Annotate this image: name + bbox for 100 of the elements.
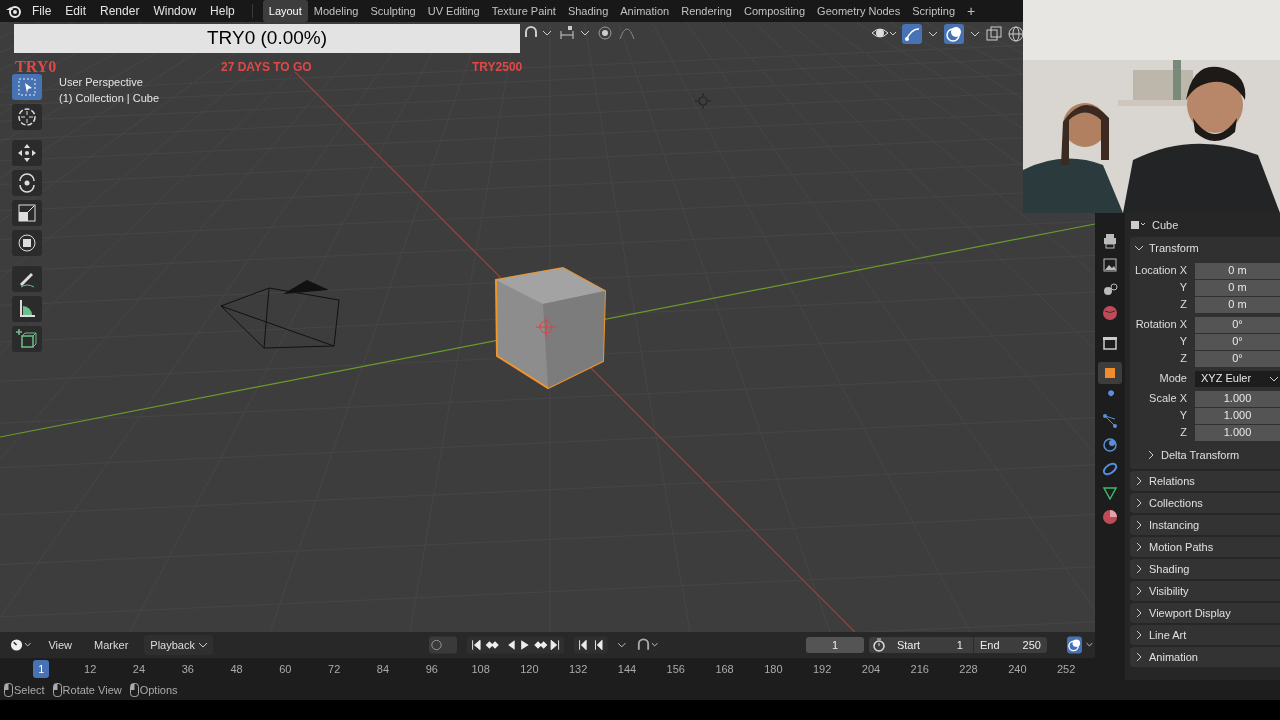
mouse-icon — [52, 683, 62, 697]
number-field[interactable]: 0 m — [1195, 262, 1280, 279]
tool-button[interactable] — [12, 170, 42, 196]
workspace-tab[interactable]: Sculpting — [364, 0, 422, 23]
collapsed-panel[interactable]: Animation — [1130, 647, 1280, 667]
tool-button[interactable] — [12, 326, 42, 352]
snap-increment-icon[interactable] — [559, 25, 591, 41]
transform-icon — [15, 231, 39, 255]
proportional-edit-icon[interactable] — [597, 25, 613, 41]
workspace-tab[interactable]: UV Editing — [421, 0, 486, 23]
menu-item[interactable]: Render — [93, 2, 147, 20]
end-frame-field[interactable]: End 250 — [972, 636, 1047, 654]
workspace-tab[interactable]: Layout — [262, 0, 308, 23]
wireframe-sphere-icon[interactable] — [1008, 26, 1024, 42]
orbit-icon — [1101, 436, 1119, 454]
number-field[interactable]: 0° — [1195, 316, 1280, 333]
field-label: Z — [1179, 297, 1188, 313]
jump-keyframe-icon[interactable] — [574, 636, 609, 654]
menu-item[interactable]: Window — [146, 2, 204, 20]
collapsed-panel[interactable]: Visibility — [1130, 581, 1280, 601]
triangle-mesh-icon — [1101, 484, 1119, 502]
gizmo-icon[interactable] — [902, 24, 922, 44]
dropdown-caret-icon[interactable] — [618, 642, 626, 648]
chevron-icon — [1134, 652, 1144, 662]
menu-item[interactable]: Help — [203, 2, 242, 20]
number-field[interactable]: 0° — [1195, 333, 1280, 350]
stopwatch-icon[interactable] — [870, 638, 887, 652]
frame-number: 240 — [1008, 661, 1027, 677]
number-field[interactable]: 1.000 — [1195, 424, 1280, 441]
chevron-icon[interactable] — [1134, 243, 1144, 253]
collapsed-panel[interactable]: Viewport Display — [1130, 603, 1280, 623]
menu-item[interactable]: View — [42, 634, 79, 656]
menu-item[interactable]: Edit — [58, 2, 94, 20]
collapsed-panel[interactable]: Line Art — [1130, 625, 1280, 645]
select-box-icon — [15, 75, 39, 99]
xray-icon[interactable] — [986, 26, 1002, 42]
number-field[interactable]: 1.000 — [1195, 390, 1280, 407]
workspace-tab[interactable]: Geometry Nodes — [811, 0, 907, 23]
field-label: Z — [1179, 351, 1188, 367]
chevron-icon[interactable] — [1146, 450, 1156, 460]
tool-button[interactable] — [12, 140, 42, 166]
menu-item[interactable]: File — [25, 2, 59, 20]
start-frame-field[interactable]: Start 1 — [890, 636, 969, 654]
frame-number: 144 — [617, 661, 637, 677]
collapsed-panel[interactable]: Motion Paths — [1130, 537, 1280, 557]
workspace-tab[interactable]: Animation — [614, 0, 676, 23]
frame-field[interactable]: 1 — [806, 637, 864, 653]
panel-title[interactable]: Transform — [1149, 239, 1199, 257]
menu-item[interactable]: Marker — [88, 634, 135, 656]
collapsed-panel[interactable]: Instancing — [1130, 515, 1280, 535]
frame-number: 228 — [959, 661, 978, 677]
frame-number: 132 — [569, 661, 588, 677]
field-label: Scale X — [1148, 391, 1188, 407]
chevron-icon — [1134, 476, 1144, 486]
frame-number: 156 — [666, 661, 685, 677]
workspace-tab[interactable]: Shading — [561, 0, 615, 23]
dropdown-caret-icon[interactable] — [970, 30, 980, 38]
collapsed-panel[interactable]: Relations — [1130, 471, 1280, 491]
printer-icon — [1101, 232, 1119, 250]
countdown-label: 27 DAYS TO GO — [221, 59, 312, 76]
frame-number[interactable]: 1 — [33, 660, 50, 678]
dropdown-caret-icon — [1270, 375, 1278, 382]
frame-number: 120 — [520, 661, 539, 677]
field-label: Location X — [1134, 263, 1188, 279]
tool-button[interactable] — [12, 266, 42, 292]
overlays-icon[interactable] — [1066, 636, 1095, 654]
keyframe-record-icon[interactable] — [429, 636, 458, 654]
workspace-tab[interactable]: Compositing — [737, 0, 812, 23]
playback-controls-icon[interactable] — [467, 636, 565, 654]
dropdown-caret-icon[interactable] — [928, 30, 938, 38]
frame-number: 72 — [328, 661, 341, 677]
number-field[interactable]: 1.000 — [1195, 407, 1280, 424]
workspace-tab[interactable]: Rendering — [675, 0, 738, 23]
status-hint: Rotate View — [62, 682, 122, 698]
cursor-icon — [15, 105, 39, 129]
add-workspace-button[interactable]: + — [967, 0, 976, 22]
playback-dropdown[interactable]: Playback — [144, 634, 213, 656]
frame-number: 84 — [376, 661, 390, 677]
workspace-tab[interactable]: Texture Paint — [485, 0, 562, 23]
object-name: Cube — [1152, 217, 1179, 233]
collapsed-panel[interactable]: Collections — [1130, 493, 1280, 513]
chevron-icon — [1134, 564, 1144, 574]
clock-editor-icon[interactable] — [10, 638, 33, 652]
overlays-icon[interactable] — [944, 24, 964, 44]
field-label: Y — [1178, 280, 1188, 296]
number-field[interactable]: 0° — [1195, 350, 1280, 367]
workspace-tab[interactable]: Modeling — [307, 0, 365, 23]
subpanel-title[interactable]: Delta Transform — [1161, 446, 1240, 464]
tool-button[interactable] — [12, 296, 42, 322]
workspace-tab[interactable]: Scripting — [906, 0, 962, 23]
tool-button[interactable] — [12, 104, 42, 130]
properties-tab[interactable] — [1098, 362, 1122, 384]
object-type-icon[interactable] — [1130, 219, 1146, 231]
number-field[interactable]: 0 m — [1195, 279, 1280, 296]
tool-button[interactable] — [12, 200, 42, 226]
frame-number: 252 — [1056, 661, 1076, 677]
number-field[interactable]: 0 m — [1195, 296, 1280, 313]
mode-dropdown[interactable]: XYZ Euler — [1195, 370, 1280, 387]
tool-button[interactable] — [12, 230, 42, 256]
collapsed-panel[interactable]: Shading — [1130, 559, 1280, 579]
